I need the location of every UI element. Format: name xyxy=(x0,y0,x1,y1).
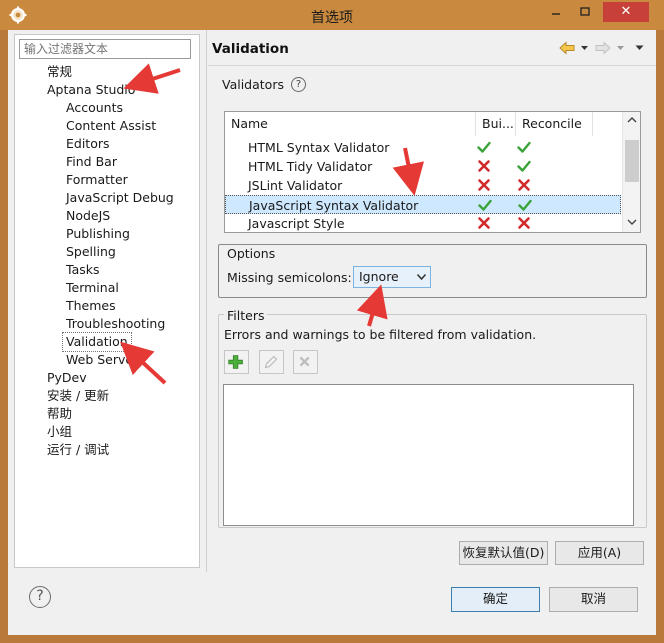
missing-semicolons-select[interactable]: Ignore xyxy=(353,266,431,288)
filters-title: Filters xyxy=(224,308,268,323)
minimize-button[interactable] xyxy=(543,3,569,21)
pencil-icon xyxy=(264,355,278,369)
ok-button[interactable]: 确定 xyxy=(451,587,540,612)
scroll-down-icon[interactable] xyxy=(627,218,637,226)
chevron-down-icon xyxy=(417,274,426,280)
tree-item[interactable]: NodeJS xyxy=(66,207,110,225)
tree-item[interactable]: Content Assist xyxy=(66,117,156,135)
table-row[interactable]: HTML Tidy Validator xyxy=(225,157,621,176)
title-bar[interactable]: 首选项 ✕ xyxy=(0,0,664,30)
tree-item[interactable]: Spelling xyxy=(66,243,116,261)
options-title: Options xyxy=(224,246,279,261)
forward-arrow-icon[interactable] xyxy=(595,41,611,55)
preference-tree-pane: 常规Aptana StudioAccountsContent AssistEdi… xyxy=(14,34,200,568)
tree-item[interactable]: Themes xyxy=(66,297,116,315)
help-button[interactable]: ? xyxy=(29,586,51,608)
tree-item[interactable]: PyDev xyxy=(47,369,87,387)
remove-filter-button[interactable] xyxy=(293,350,318,374)
tree-item[interactable]: Accounts xyxy=(66,99,123,117)
tree-item[interactable]: 安装 / 更新 xyxy=(47,387,109,405)
validators-table: Name Bui... Reconcile HTML Syntax Valida… xyxy=(224,111,641,233)
filters-list[interactable] xyxy=(223,384,634,526)
add-icon xyxy=(228,355,243,369)
column-header-build[interactable]: Bui... xyxy=(476,112,516,136)
table-row[interactable]: Javascript Style xyxy=(225,214,621,232)
dialog-client-area: 常规Aptana StudioAccountsContent AssistEdi… xyxy=(8,30,656,635)
close-icon: ✕ xyxy=(620,4,632,19)
cancel-button[interactable]: 取消 xyxy=(549,587,638,612)
missing-semicolons-label: Missing semicolons: xyxy=(227,270,352,285)
validator-name: JSLint Validator xyxy=(248,178,343,193)
page-title: Validation xyxy=(212,41,289,57)
back-arrow-icon[interactable] xyxy=(559,41,575,55)
maximize-button[interactable] xyxy=(572,3,598,21)
vertical-scrollbar[interactable] xyxy=(622,112,640,232)
tree-item[interactable]: 常规 xyxy=(47,63,72,81)
validators-label: Validators xyxy=(222,77,284,92)
validator-name: HTML Tidy Validator xyxy=(248,159,373,174)
tree-item[interactable]: Formatter xyxy=(66,171,128,189)
check-icon[interactable] xyxy=(478,198,492,212)
close-button[interactable]: ✕ xyxy=(603,2,649,22)
filters-description: Errors and warnings to be filtered from … xyxy=(224,327,537,342)
validator-name: JavaScript Syntax Validator xyxy=(249,198,419,213)
table-row[interactable]: JSLint Validator xyxy=(225,176,621,195)
preferences-window: 首选项 ✕ 常规Aptana StudioAccountsContent Ass… xyxy=(0,0,664,643)
restore-defaults-button[interactable]: 恢复默认值(D) xyxy=(459,541,548,565)
tree-item[interactable]: Troubleshooting xyxy=(66,315,165,333)
page-header: Validation xyxy=(208,30,656,66)
cross-icon[interactable] xyxy=(517,178,531,192)
tree-item[interactable]: 运行 / 调试 xyxy=(47,441,109,459)
scrollbar-thumb[interactable] xyxy=(625,140,639,182)
table-row[interactable]: JavaScript Syntax Validator xyxy=(225,195,621,214)
check-icon[interactable] xyxy=(517,159,531,173)
back-dropdown-icon[interactable] xyxy=(580,43,589,52)
tree-item[interactable]: Find Bar xyxy=(66,153,117,171)
tree-item[interactable]: Aptana Studio xyxy=(47,81,135,99)
tree-item[interactable]: Validation xyxy=(62,332,132,352)
column-header-name[interactable]: Name xyxy=(225,112,476,136)
table-row[interactable]: HTML Syntax Validator xyxy=(225,138,621,157)
tree-item[interactable]: Web Server xyxy=(66,351,138,369)
tree-item[interactable]: Tasks xyxy=(66,261,100,279)
apply-button[interactable]: 应用(A) xyxy=(555,541,644,565)
help-icon[interactable]: ? xyxy=(291,77,306,92)
tree-item[interactable]: 小组 xyxy=(47,423,72,441)
validator-name: Javascript Style xyxy=(248,216,345,231)
missing-semicolons-value: Ignore xyxy=(359,269,399,284)
preference-page: Validation Validators ? Name Bui... Reco… xyxy=(208,30,656,572)
scroll-up-icon[interactable] xyxy=(627,116,637,124)
filter-input[interactable] xyxy=(19,39,191,59)
edit-filter-button[interactable] xyxy=(259,350,284,374)
column-header-reconcile[interactable]: Reconcile xyxy=(516,112,593,136)
check-icon[interactable] xyxy=(517,140,531,154)
forward-dropdown-icon[interactable] xyxy=(616,43,625,52)
add-filter-button[interactable] xyxy=(224,350,249,374)
tree-item[interactable]: 帮助 xyxy=(47,405,72,423)
cross-icon[interactable] xyxy=(477,178,491,192)
delete-icon xyxy=(299,356,310,367)
cross-icon[interactable] xyxy=(477,159,491,173)
check-icon[interactable] xyxy=(477,140,491,154)
view-menu-icon[interactable] xyxy=(635,43,644,52)
tree-item[interactable]: Terminal xyxy=(66,279,119,297)
cross-icon[interactable] xyxy=(517,216,531,230)
tree-item[interactable]: Editors xyxy=(66,135,110,153)
check-icon[interactable] xyxy=(518,198,532,212)
validator-name: HTML Syntax Validator xyxy=(248,140,390,155)
cross-icon[interactable] xyxy=(477,216,491,230)
pane-divider[interactable] xyxy=(206,30,207,572)
tree-item[interactable]: JavaScript Debug xyxy=(66,189,174,207)
tree-item[interactable]: Publishing xyxy=(66,225,130,243)
